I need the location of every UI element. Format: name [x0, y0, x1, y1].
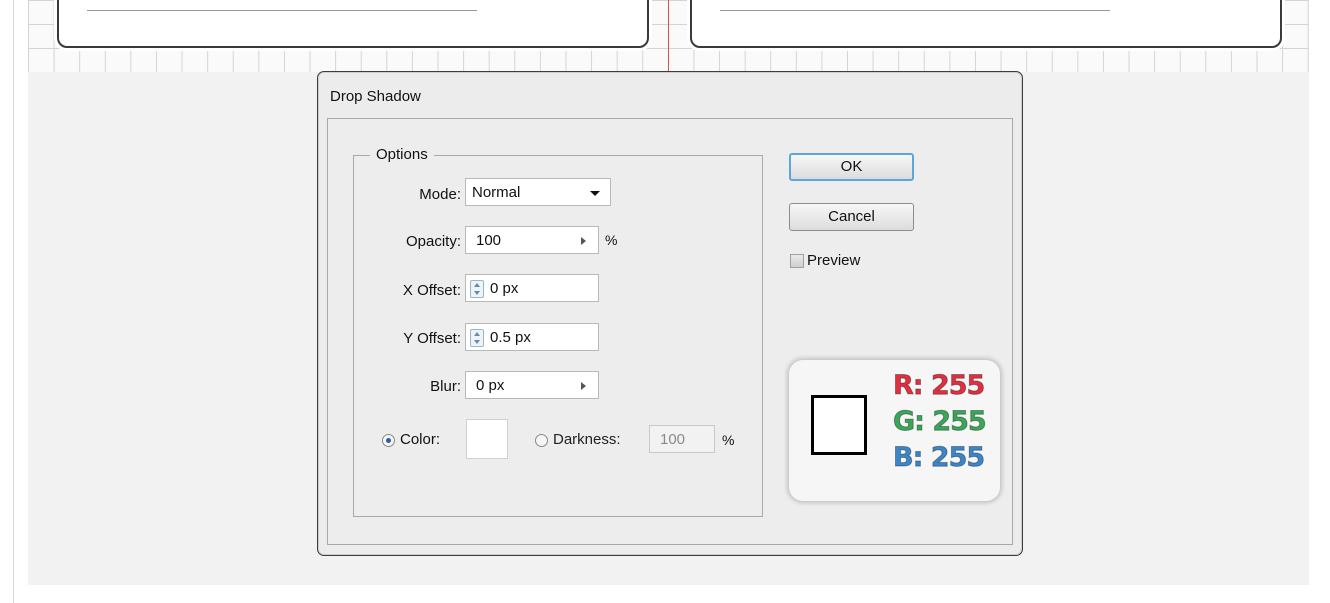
color-label: Color:	[400, 431, 441, 448]
blur-row: Blur:	[354, 372, 461, 402]
y-offset-row: Y Offset:	[354, 324, 461, 354]
artwork-card-right	[690, 0, 1282, 48]
left-edge-rule	[13, 0, 14, 603]
x-offset-field[interactable]: 0 px	[465, 274, 599, 302]
opacity-row: Opacity:	[354, 227, 461, 257]
slider-popup-arrow-icon[interactable]	[581, 237, 586, 245]
preview-checkbox[interactable]	[790, 254, 804, 268]
y-offset-field[interactable]: 0.5 px	[465, 323, 599, 351]
mode-select[interactable]: Normal	[465, 178, 611, 206]
options-group: Options Mode: Normal Opacity: 100 % X Of…	[353, 146, 763, 517]
artwork-card-left	[57, 0, 649, 48]
blur-field[interactable]: 0 px	[465, 371, 599, 399]
dialog-title: Drop Shadow	[330, 88, 421, 105]
mode-label: Mode:	[419, 186, 461, 203]
color-preview-swatch	[811, 395, 867, 455]
x-offset-label: X Offset:	[402, 282, 461, 299]
rgb-red-value: R: 255	[892, 370, 985, 402]
stepper-icon[interactable]	[470, 329, 484, 347]
opacity-unit: %	[605, 232, 618, 248]
darkness-unit: %	[722, 432, 735, 448]
dialog-body: Options Mode: Normal Opacity: 100 % X Of…	[327, 118, 1013, 545]
center-guide-line	[668, 0, 669, 72]
darkness-field[interactable]: 100	[649, 425, 715, 453]
shadow-color-swatch[interactable]	[466, 419, 508, 459]
mode-value: Normal	[472, 184, 521, 201]
blur-label: Blur:	[430, 378, 461, 395]
slider-popup-arrow-icon[interactable]	[581, 382, 586, 390]
opacity-field[interactable]: 100	[465, 226, 599, 254]
rgb-green-value: G: 255	[893, 406, 988, 438]
blur-value: 0 px	[476, 377, 505, 394]
y-offset-value: 0.5 px	[490, 329, 531, 346]
darkness-value: 100	[660, 431, 686, 448]
y-offset-label: Y Offset:	[403, 330, 461, 347]
stepper-icon[interactable]	[470, 280, 484, 298]
card-divider-line	[87, 10, 477, 11]
darkness-label: Darkness:	[553, 431, 621, 448]
options-legend: Options	[370, 146, 434, 163]
x-offset-row: X Offset:	[354, 276, 461, 306]
card-divider-line	[720, 10, 1110, 11]
opacity-label: Opacity:	[405, 233, 461, 250]
preview-label: Preview	[807, 252, 861, 269]
mode-row: Mode:	[354, 180, 461, 210]
darkness-radio[interactable]	[535, 434, 548, 447]
cancel-button[interactable]: Cancel	[789, 203, 914, 231]
x-offset-value: 0 px	[490, 280, 519, 297]
chevron-down-icon	[590, 191, 600, 196]
rgb-blue-value: B: 255	[892, 442, 985, 474]
ok-button[interactable]: OK	[789, 153, 914, 181]
drop-shadow-dialog: Drop Shadow Options Mode: Normal Opacity…	[317, 71, 1023, 556]
opacity-value: 100	[476, 232, 502, 249]
color-radio[interactable]	[382, 434, 395, 447]
rgb-value-badge: R: 255 G: 255 B: 255	[789, 360, 1000, 501]
